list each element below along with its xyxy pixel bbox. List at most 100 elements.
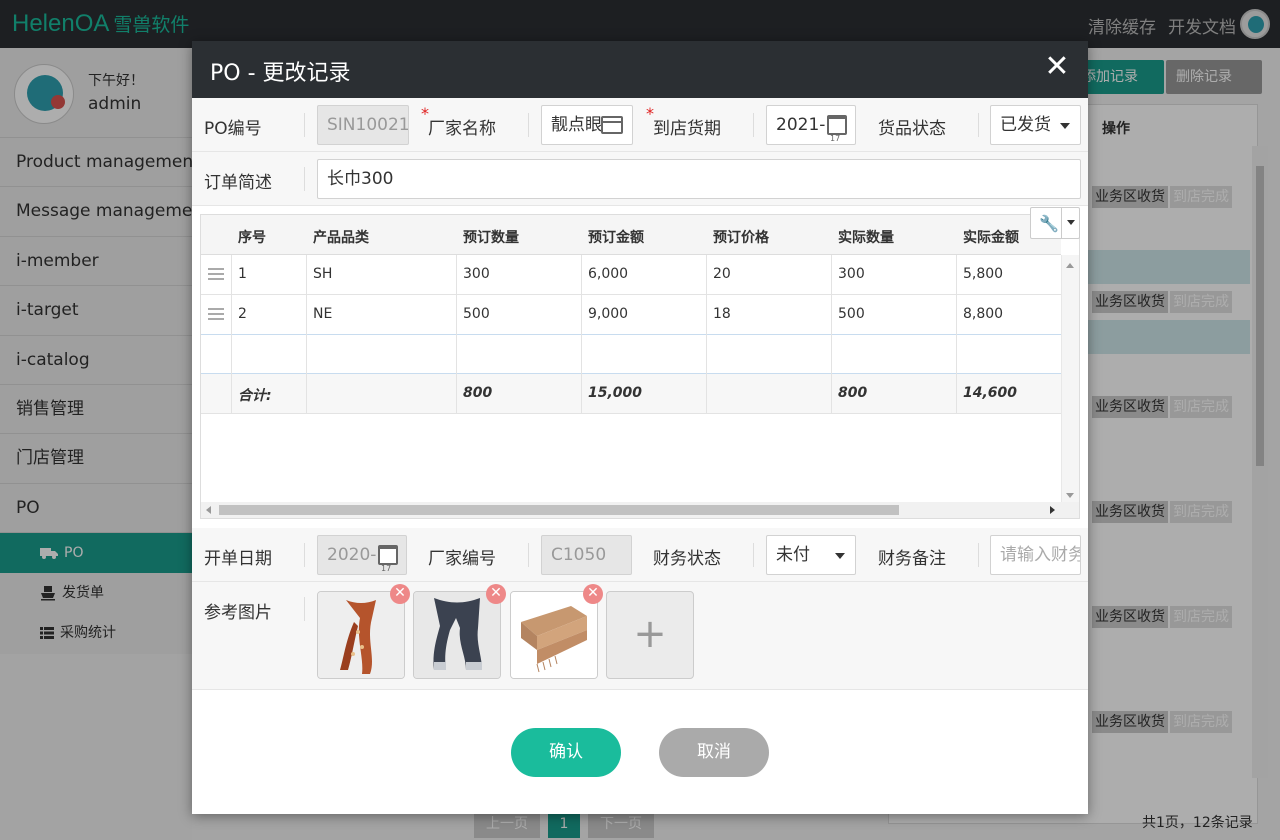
total-actual-qty: 800 (838, 385, 868, 401)
required-mark: * (646, 104, 654, 123)
divider (304, 113, 305, 137)
drag-handle-icon[interactable] (208, 308, 224, 320)
vendor-code-field: C1050 (541, 535, 632, 575)
reference-image-3[interactable] (510, 591, 598, 679)
chevron-down-icon[interactable] (1061, 208, 1079, 238)
edit-po-dialog: PO - 更改记录 ✕ PO编号 SIN10021 * 厂家名称 靓点眼 * 到店货… (192, 41, 1088, 814)
grid-cell[interactable]: 8,800 (963, 306, 1003, 322)
empty-row[interactable] (201, 334, 1061, 374)
divider (304, 597, 305, 621)
scroll-down-icon[interactable] (1066, 493, 1074, 498)
column-divider (956, 255, 957, 413)
column-divider (231, 255, 232, 413)
goods-status-label: 货品状态 (878, 119, 946, 139)
total-qty: 800 (463, 385, 493, 401)
column-header[interactable]: 预订数量 (463, 227, 519, 247)
divider (753, 543, 754, 567)
grid-cell[interactable]: 500 (463, 306, 490, 322)
total-actual-amount: 14,600 (963, 385, 1018, 401)
divider (304, 167, 305, 191)
form-row-3: 开单日期 2020- 厂家编号 C1050 财务状态 未付 财务备注 请输入财务 (192, 528, 1088, 582)
finance-note-label: 财务备注 (878, 549, 946, 569)
scroll-thumb[interactable] (219, 505, 899, 515)
arrival-date-label: * 到店货期 (646, 104, 721, 139)
column-header[interactable]: 实际金额 (963, 227, 1019, 247)
grid-cell[interactable]: 2 (238, 306, 247, 322)
card-icon[interactable] (601, 116, 623, 134)
goods-status-select[interactable]: 已发货 (990, 105, 1081, 145)
finance-note-input[interactable]: 请输入财务 (990, 535, 1081, 575)
remove-image-3-icon[interactable]: ✕ (583, 584, 603, 604)
confirm-button[interactable]: 确认 (511, 728, 621, 777)
grid-tools-button[interactable]: 🔧 (1030, 207, 1080, 239)
divider (978, 113, 979, 137)
divider (528, 543, 529, 567)
drag-handle-icon[interactable] (208, 268, 224, 280)
remove-image-1-icon[interactable]: ✕ (390, 584, 410, 604)
close-icon[interactable]: ✕ (1042, 52, 1072, 83)
column-header[interactable]: 实际数量 (838, 227, 894, 247)
reference-image-2[interactable] (413, 591, 501, 679)
total-row: 合计: 800 15,000 800 14,600 (201, 374, 1061, 414)
finance-status-select[interactable]: 未付 (766, 535, 856, 575)
grid-cell[interactable]: 20 (713, 266, 731, 282)
arrival-date-field[interactable]: 2021- (766, 105, 856, 145)
grid-cell[interactable]: SH (313, 266, 332, 282)
order-desc-input[interactable]: 长巾300 (317, 159, 1081, 199)
reference-image-1[interactable] (317, 591, 405, 679)
scroll-up-icon[interactable] (1066, 263, 1074, 268)
vendor-name-field[interactable]: 靓点眼 (541, 105, 633, 145)
divider (528, 113, 529, 137)
table-row[interactable]: 1 SH 300 6,000 20 300 5,800 (201, 255, 1061, 295)
wrench-icon: 🔧 (1039, 214, 1059, 233)
finance-status-label: 财务状态 (653, 549, 721, 569)
grid-cell[interactable]: 300 (463, 266, 490, 282)
po-no-field: SIN10021 (317, 105, 409, 145)
form-row-2: 订单简述 长巾300 (192, 152, 1088, 206)
vendor-code-label: 厂家编号 (428, 549, 496, 569)
cancel-button[interactable]: 取消 (659, 728, 769, 777)
chevron-down-icon (1060, 123, 1070, 129)
vendor-name-label: * 厂家名称 (421, 104, 496, 139)
po-items-grid: 序号 产品品类 预订数量 预订金额 预订价格 实际数量 实际金额 1 SH 30… (200, 214, 1080, 519)
grid-cell[interactable]: 6,000 (588, 266, 628, 282)
divider (753, 113, 754, 137)
column-divider (306, 255, 307, 413)
column-divider (831, 255, 832, 413)
grid-cell[interactable]: 500 (838, 306, 865, 322)
dialog-header: PO - 更改记录 ✕ (192, 41, 1088, 98)
scroll-left-icon[interactable] (206, 506, 211, 514)
divider (304, 543, 305, 567)
grid-horizontal-scrollbar[interactable] (201, 502, 1079, 518)
dialog-title: PO - 更改记录 (210, 61, 351, 86)
grid-cell[interactable]: 1 (238, 266, 247, 282)
open-date-field: 2020- (317, 535, 407, 575)
grid-cell[interactable]: 5,800 (963, 266, 1003, 282)
po-no-label: PO编号 (204, 119, 262, 139)
grid-cell[interactable]: 9,000 (588, 306, 628, 322)
column-divider (581, 255, 582, 413)
remove-image-2-icon[interactable]: ✕ (486, 584, 506, 604)
table-row[interactable]: 2 NE 500 9,000 18 500 8,800 (201, 295, 1061, 335)
required-mark: * (421, 104, 429, 123)
grid-cell[interactable]: NE (313, 306, 332, 322)
grid-header: 序号 产品品类 预订数量 预订金额 预订价格 实际数量 实际金额 (201, 215, 1061, 255)
ref-images-label: 参考图片 (204, 603, 272, 623)
grid-cell[interactable]: 300 (838, 266, 865, 282)
column-header[interactable]: 预订金额 (588, 227, 644, 247)
scroll-right-icon[interactable] (1050, 506, 1055, 514)
order-desc-label: 订单简述 (204, 173, 272, 193)
grid-cell[interactable]: 18 (713, 306, 731, 322)
form-row-1: PO编号 SIN10021 *厂家名称 靓点眼 *到店货期 2021- 货品状态… (192, 98, 1088, 152)
total-label: 合计: (238, 388, 272, 404)
divider (978, 543, 979, 567)
column-divider (706, 255, 707, 413)
grid-vertical-scrollbar[interactable] (1061, 255, 1079, 503)
column-header[interactable]: 预订价格 (713, 227, 769, 247)
add-image-button[interactable]: + (606, 591, 694, 679)
column-header[interactable]: 产品品类 (313, 227, 369, 247)
open-date-label: 开单日期 (204, 549, 272, 569)
calendar-icon[interactable] (827, 115, 847, 144)
chevron-down-icon (835, 553, 845, 559)
column-header[interactable]: 序号 (238, 227, 266, 247)
